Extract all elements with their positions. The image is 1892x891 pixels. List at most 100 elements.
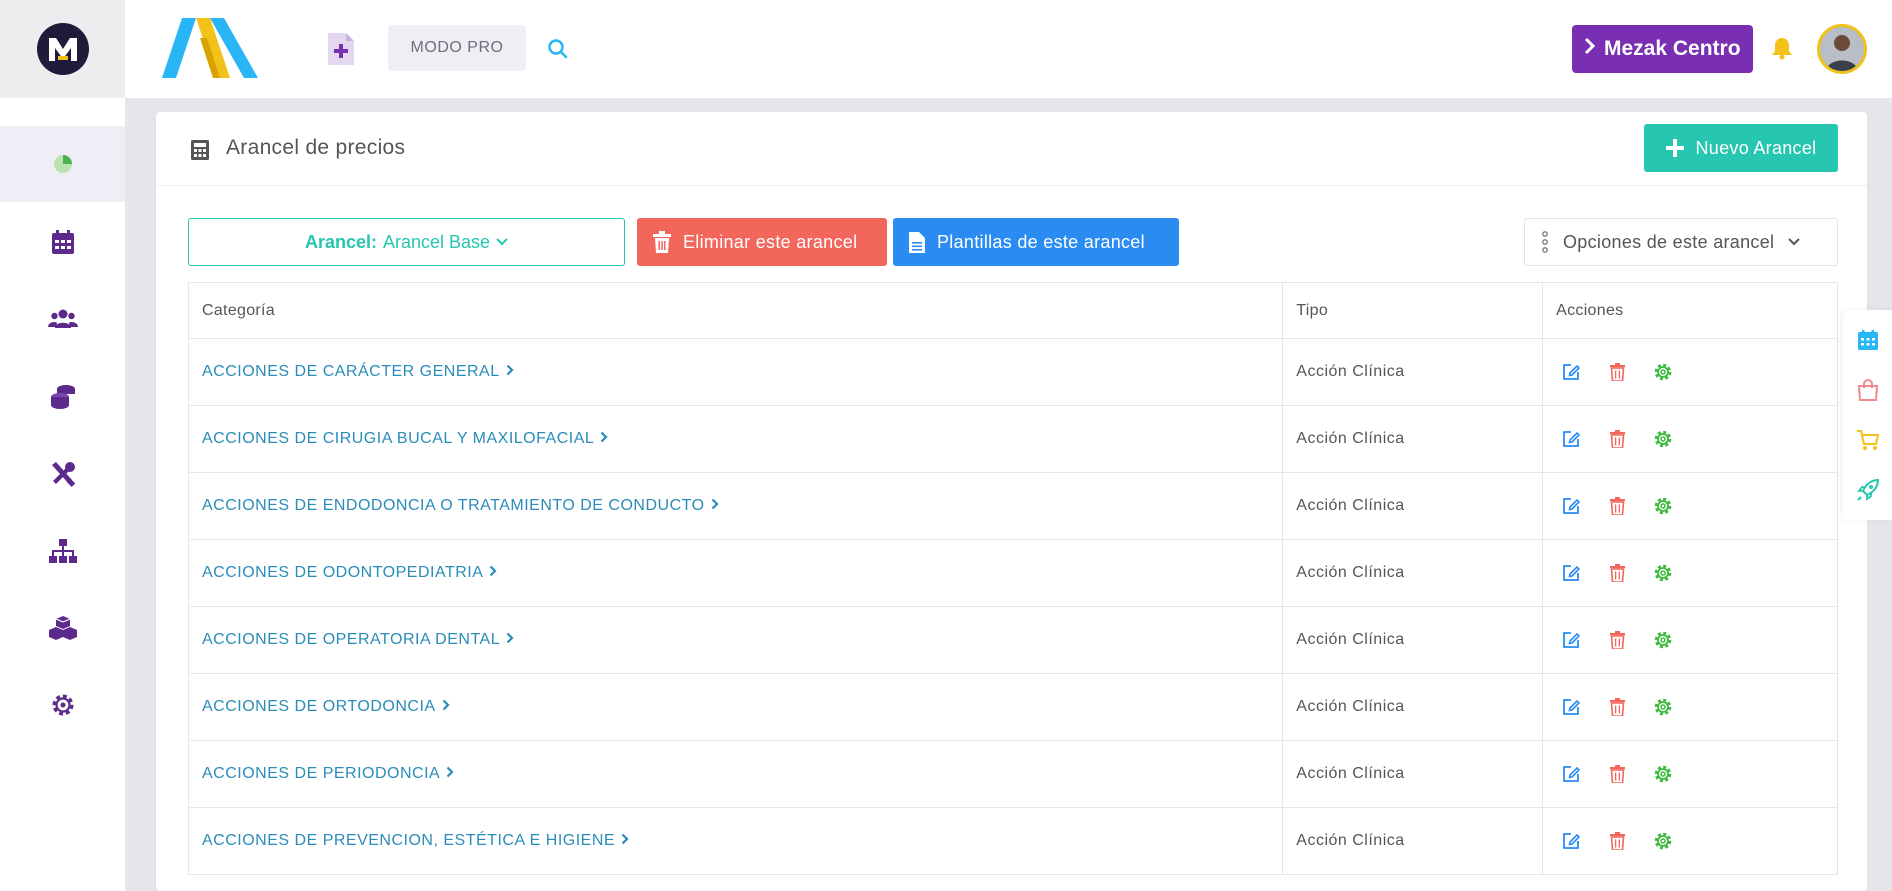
arancel-select[interactable]: Arancel: Arancel Base bbox=[188, 218, 625, 266]
category-link[interactable]: ACCIONES DE ORTODONCIA bbox=[202, 698, 450, 716]
pie-chart-icon bbox=[53, 155, 72, 173]
tipo-cell: Acción Clínica bbox=[1282, 405, 1544, 473]
sidebar-item-inventory[interactable] bbox=[0, 590, 125, 666]
chevron-right-icon bbox=[600, 430, 608, 448]
quick-shopping-bag-button[interactable] bbox=[1843, 365, 1892, 415]
delete-arancel-button[interactable]: Eliminar este arancel bbox=[637, 218, 887, 266]
edit-icon[interactable] bbox=[1560, 830, 1582, 852]
acciones-cell bbox=[1542, 740, 1838, 808]
calendar-icon bbox=[51, 230, 74, 254]
categoria-cell: ACCIONES DE PERIODONCIA bbox=[187, 740, 1284, 808]
edit-icon[interactable] bbox=[1560, 428, 1582, 450]
sidebar-item-organization[interactable] bbox=[0, 513, 125, 589]
category-name: ACCIONES DE PREVENCION, ESTÉTICA E HIGIE… bbox=[202, 832, 616, 849]
arancel-options-dropdown[interactable]: Opciones de este arancel bbox=[1524, 218, 1838, 266]
arancel-options-label: Opciones de este arancel bbox=[1563, 231, 1775, 252]
sidebar-item-patients[interactable] bbox=[0, 281, 125, 357]
table-row: ACCIONES DE ORTODONCIA Acción Clínica bbox=[187, 673, 1838, 741]
gear-icon[interactable] bbox=[1652, 361, 1674, 383]
chevron-right-icon bbox=[621, 832, 629, 850]
acciones-cell bbox=[1542, 807, 1838, 875]
tipo-cell: Acción Clínica bbox=[1282, 673, 1544, 741]
sidebar bbox=[0, 98, 125, 891]
templates-label: Plantillas de este arancel bbox=[937, 231, 1145, 252]
new-document-icon[interactable] bbox=[326, 31, 356, 67]
sidebar-item-dashboard[interactable] bbox=[0, 126, 125, 202]
logo-m-icon bbox=[36, 23, 89, 75]
app-logo[interactable] bbox=[0, 0, 125, 98]
rocket-icon bbox=[1856, 478, 1879, 501]
category-link[interactable]: ACCIONES DE ODONTOPEDIATRIA bbox=[202, 564, 497, 582]
sidebar-item-tools[interactable] bbox=[0, 436, 125, 512]
gear-icon[interactable] bbox=[1652, 763, 1674, 785]
trash-icon[interactable] bbox=[1606, 696, 1628, 718]
acciones-cell bbox=[1542, 472, 1838, 540]
gear-icon[interactable] bbox=[1652, 495, 1674, 517]
gear-icon[interactable] bbox=[1652, 629, 1674, 651]
category-link[interactable]: ACCIONES DE ENDODONCIA O TRATAMIENTO DE … bbox=[202, 497, 719, 515]
gear-icon[interactable] bbox=[1652, 428, 1674, 450]
edit-icon[interactable] bbox=[1560, 495, 1582, 517]
chevron-right-icon bbox=[506, 631, 514, 649]
main-card: Arancel de precios Nuevo Arancel Arancel… bbox=[156, 112, 1867, 891]
edit-icon[interactable] bbox=[1560, 696, 1582, 718]
modo-pro-button[interactable]: MODO PRO bbox=[388, 25, 526, 71]
users-icon bbox=[47, 309, 78, 328]
trash-icon[interactable] bbox=[1606, 562, 1628, 584]
shopping-bag-icon bbox=[1857, 379, 1878, 401]
table-row: ACCIONES DE OPERATORIA DENTAL Acción Clín… bbox=[187, 606, 1838, 674]
trash-icon[interactable] bbox=[1606, 629, 1628, 651]
category-link[interactable]: ACCIONES DE CIRUGIA BUCAL Y MAXILOFACIAL bbox=[202, 430, 608, 448]
table-header-row: Categoría Tipo Acciones bbox=[187, 282, 1838, 339]
edit-icon[interactable] bbox=[1560, 629, 1582, 651]
table-row: ACCIONES DE ODONTOPEDIATRIA Acción Clínic… bbox=[187, 539, 1838, 607]
arancel-select-value: Arancel Base bbox=[382, 231, 491, 252]
category-link[interactable]: ACCIONES DE OPERATORIA DENTAL bbox=[202, 631, 514, 649]
table-row: ACCIONES DE PREVENCION, ESTÉTICA E HIGIE… bbox=[187, 807, 1838, 875]
cubes-icon bbox=[48, 616, 77, 640]
edit-icon[interactable] bbox=[1560, 763, 1582, 785]
gear-icon[interactable] bbox=[1652, 562, 1674, 584]
center-selector-button[interactable]: Mezak Centro bbox=[1572, 25, 1753, 73]
arancel-select-label: Arancel: bbox=[304, 231, 377, 252]
gear-icon[interactable] bbox=[1652, 696, 1674, 718]
user-avatar[interactable] bbox=[1817, 24, 1867, 74]
quick-cart-button[interactable] bbox=[1843, 415, 1892, 465]
category-link[interactable]: ACCIONES DE CARÁCTER GENERAL bbox=[202, 363, 514, 381]
categoria-cell: ACCIONES DE OPERATORIA DENTAL bbox=[187, 606, 1284, 674]
edit-icon[interactable] bbox=[1560, 562, 1582, 584]
search-icon[interactable] bbox=[547, 38, 569, 60]
categories-table: Categoría Tipo Acciones ACCIONES DE CARÁ… bbox=[187, 282, 1838, 875]
categoria-cell: ACCIONES DE CARÁCTER GENERAL bbox=[187, 338, 1284, 406]
calculator-icon bbox=[191, 140, 209, 160]
tipo-cell: Acción Clínica bbox=[1282, 338, 1544, 406]
new-arancel-button[interactable]: Nuevo Arancel bbox=[1644, 124, 1838, 172]
bell-icon[interactable] bbox=[1771, 36, 1793, 60]
category-link[interactable]: ACCIONES DE PREVENCION, ESTÉTICA E HIGIE… bbox=[202, 832, 629, 850]
category-link[interactable]: ACCIONES DE PERIODONCIA bbox=[202, 765, 454, 783]
coins-icon bbox=[50, 385, 75, 409]
trash-icon[interactable] bbox=[1606, 361, 1628, 383]
chevron-right-icon bbox=[446, 765, 454, 783]
chevron-right-icon bbox=[1584, 37, 1596, 61]
trash-icon[interactable] bbox=[1606, 428, 1628, 450]
gear-icon[interactable] bbox=[1652, 830, 1674, 852]
categoria-cell: ACCIONES DE ENDODONCIA O TRATAMIENTO DE … bbox=[187, 472, 1284, 540]
category-name: ACCIONES DE CIRUGIA BUCAL Y MAXILOFACIAL bbox=[202, 430, 595, 447]
quick-calendar-button[interactable] bbox=[1843, 315, 1892, 365]
trash-icon[interactable] bbox=[1606, 830, 1628, 852]
top-bar: MODO PRO Mezak Centro bbox=[0, 0, 1892, 98]
trash-icon[interactable] bbox=[1606, 763, 1628, 785]
sidebar-item-calendar[interactable] bbox=[0, 204, 125, 280]
plus-icon bbox=[1665, 139, 1684, 157]
trash-icon[interactable] bbox=[1606, 495, 1628, 517]
sidebar-item-settings[interactable] bbox=[0, 667, 125, 743]
sidebar-item-finance[interactable] bbox=[0, 358, 125, 434]
tipo-cell: Acción Clínica bbox=[1282, 807, 1544, 875]
edit-icon[interactable] bbox=[1560, 361, 1582, 383]
sitemap-icon bbox=[48, 539, 77, 563]
templates-button[interactable]: Plantillas de este arancel bbox=[893, 218, 1179, 266]
quick-launch-button[interactable] bbox=[1843, 465, 1892, 515]
new-arancel-label: Nuevo Arancel bbox=[1695, 137, 1817, 158]
table-row: ACCIONES DE CARÁCTER GENERAL Acción Clíni… bbox=[187, 338, 1838, 406]
